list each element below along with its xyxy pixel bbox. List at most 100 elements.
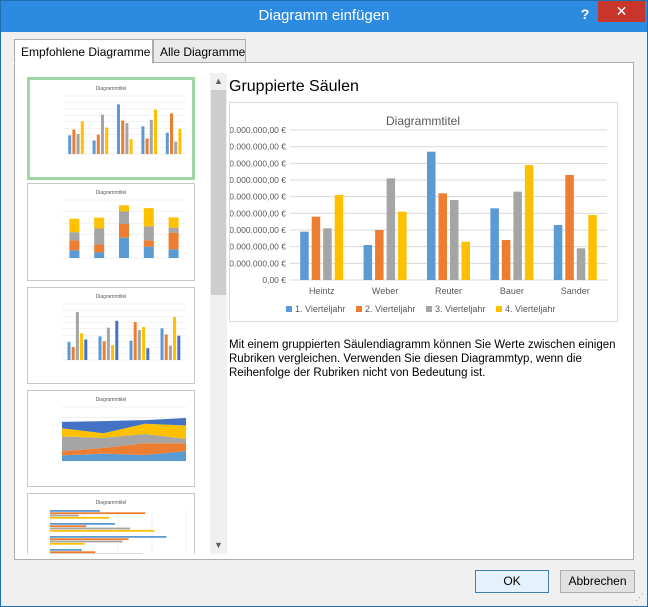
tab-all-charts[interactable]: Alle Diagramme xyxy=(153,39,246,63)
y-tick-label: 10.000.000,00 € xyxy=(230,258,286,268)
chart-svg: Diagrammtitel 0,00 € 10.000.000,00 € 20.000… xyxy=(225,114,607,314)
thumbnail-bar xyxy=(168,227,179,233)
thumbnail-title: Diagrammtitel xyxy=(96,190,127,196)
thumbnail-bar xyxy=(69,232,80,241)
thumbnail-bar xyxy=(76,134,80,154)
bar-reuter-s4 xyxy=(461,241,470,280)
thumbnail-bar xyxy=(173,317,177,360)
thumbnail-bar xyxy=(80,333,84,360)
thumbnail-clustered-column-by-quarter[interactable]: Diagrammtitel xyxy=(27,287,195,384)
thumbnail-title: Diagrammtitel xyxy=(96,397,127,403)
bar-reuter-s1 xyxy=(427,151,436,280)
thumbnail-bar xyxy=(178,128,182,154)
thumbnail-bar xyxy=(164,334,168,360)
thumbnail-bar xyxy=(75,312,79,360)
bar-weber-s4 xyxy=(398,211,407,280)
thumbnail-bar xyxy=(143,240,154,247)
thumbnail-bar xyxy=(71,346,75,360)
thumbnail-bar xyxy=(94,252,105,258)
thumbnail-bar xyxy=(105,127,109,154)
y-tick-label: 0,00 € xyxy=(262,275,286,285)
y-tick-label: 70.000.000,00 € xyxy=(230,158,286,168)
bar-reuter-s2 xyxy=(438,193,447,280)
thumbnail-bar xyxy=(143,246,154,258)
y-tick-label: 90.000.000,00 € xyxy=(230,125,286,135)
tab-recommended-charts[interactable]: Empfohlene Diagramme xyxy=(14,39,153,64)
thumbnail-stacked-column[interactable]: Diagrammtitel xyxy=(27,183,195,281)
thumbnail-bar xyxy=(137,330,141,360)
y-tick-label: 50.000.000,00 € xyxy=(230,192,286,202)
bar-heintz-s1 xyxy=(300,231,309,280)
x-tick-label: Bauer xyxy=(500,286,524,296)
thumbnail-bar xyxy=(168,249,179,258)
thumbnail-bar xyxy=(94,244,105,253)
x-tick-label: Heintz xyxy=(309,286,335,296)
thumbnail-bar xyxy=(80,121,84,154)
bar-weber-s2 xyxy=(375,230,384,280)
y-tick-label: 40.000.000,00 € xyxy=(230,208,286,218)
thumbnail-clustered-column[interactable]: Diagrammtitel xyxy=(27,77,195,180)
legend-label: 3. Vierteljahr xyxy=(435,304,485,314)
thumbnail-bar xyxy=(50,510,100,512)
y-tick-label: 80.000.000,00 € xyxy=(230,142,286,152)
thumbnail-bar xyxy=(129,139,133,154)
thumbnail-bar xyxy=(149,119,153,154)
preview-heading: Gruppierte Säulen xyxy=(229,78,359,95)
cancel-button[interactable]: Abbrechen xyxy=(560,570,635,593)
thumbnail-bar xyxy=(170,113,173,154)
thumbnail-bar xyxy=(168,217,179,228)
thumbnail-bar xyxy=(50,512,146,515)
thumbnail-bar xyxy=(94,217,105,229)
thumbnail-bar xyxy=(143,208,154,227)
scroll-thumb[interactable] xyxy=(211,90,226,295)
thumbnail-chart: Diagrammtitel xyxy=(49,500,187,554)
close-button[interactable]: ✕ xyxy=(598,1,645,22)
legend-swatch xyxy=(286,306,292,312)
bar-weber-s3 xyxy=(386,178,396,280)
thumbnail-bar xyxy=(117,104,120,154)
y-tick-label: 60.000.000,00 € xyxy=(230,175,286,185)
thumbnail-bar xyxy=(125,123,129,154)
scroll-down-icon[interactable]: ▼ xyxy=(210,537,227,554)
ok-button[interactable]: OK xyxy=(475,570,549,593)
scroll-up-icon[interactable]: ▲ xyxy=(210,73,227,90)
bar-heintz-s2 xyxy=(311,216,321,280)
thumbnail-scrollbar[interactable]: ▲ ▼ xyxy=(210,73,227,554)
thumbnail-bar xyxy=(111,345,115,360)
thumbnail-title: Diagrammtitel xyxy=(96,294,127,300)
bar-sander-s4 xyxy=(588,215,597,280)
thumbnail-stacked-area[interactable]: Diagrammtitel xyxy=(27,390,195,487)
thumbnail-bar xyxy=(94,228,105,245)
thumbnail-bar xyxy=(92,140,96,154)
thumbnail-bar xyxy=(119,211,129,224)
bar-sander-s1 xyxy=(553,225,563,280)
thumbnail-bar xyxy=(146,348,150,360)
thumbnail-bar xyxy=(165,132,169,154)
thumbnail-chart: Diagrammtitel xyxy=(62,190,186,259)
preview-description: Mit einem gruppierten Säulendiagramm kön… xyxy=(229,339,616,379)
thumbnail-bar xyxy=(50,551,96,554)
thumbnail-bar xyxy=(50,529,155,532)
bar-heintz-s3 xyxy=(323,228,332,280)
x-tick-label: Reuter xyxy=(435,286,462,296)
bar-bauer-s4 xyxy=(524,165,534,280)
help-button[interactable]: ? xyxy=(575,6,595,26)
bar-bauer-s2 xyxy=(501,240,511,280)
y-tick-label: 30.000.000,00 € xyxy=(230,225,286,235)
thumbnail-title: Diagrammtitel xyxy=(96,86,127,92)
thumbnail-bar xyxy=(50,542,85,545)
thumbnail-bar xyxy=(168,232,179,250)
thumbnail-bar xyxy=(50,525,87,528)
preview-chart: Diagrammtitel 0,00 € 10.000.000,00 € 20.000… xyxy=(225,102,618,322)
thumbnail-bar xyxy=(174,141,178,154)
thumbnail-clustered-bar[interactable]: Diagrammtitel xyxy=(27,493,195,554)
resize-grip-icon[interactable]: ⋰ xyxy=(635,592,644,603)
chart-title: Diagrammtitel xyxy=(386,114,460,128)
thumbnail-bar xyxy=(50,523,115,525)
bar-weber-s1 xyxy=(363,245,373,280)
thumbnail-bar xyxy=(67,341,71,360)
thumbnail-bar xyxy=(69,240,80,251)
thumbnail-bar xyxy=(96,134,100,154)
thumbnail-bar xyxy=(119,223,129,238)
legend-label: 2. Vierteljahr xyxy=(365,304,415,314)
